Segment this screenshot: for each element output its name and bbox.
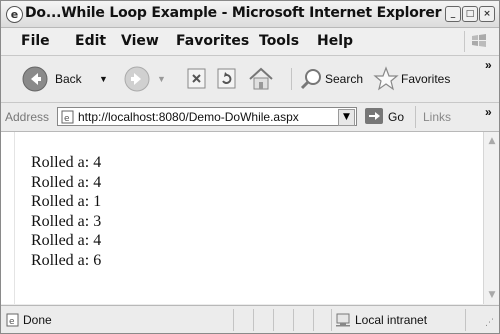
- forward-arrow-icon: [124, 66, 150, 92]
- status-separator: [253, 309, 254, 331]
- address-bar: Address e http://localhost:8080/Demo-DoW…: [1, 103, 499, 132]
- search-button[interactable]: Search: [299, 56, 369, 102]
- address-url: http://localhost:8080/Demo-DoWhile.aspx: [78, 110, 299, 124]
- status-separator: [273, 309, 274, 331]
- zone-text: Local intranet: [355, 313, 428, 327]
- toolbar-overflow-icon[interactable]: »: [485, 58, 492, 72]
- back-label: Back: [55, 72, 82, 86]
- status-separator: [233, 309, 234, 331]
- roll-line: Rolled a: 4: [31, 173, 102, 191]
- address-field[interactable]: e http://localhost:8080/Demo-DoWhile.asp…: [57, 107, 357, 126]
- status-separator: [465, 309, 466, 331]
- standard-toolbar: Back ▼ ▼ Search Favorites »: [1, 56, 499, 103]
- home-button[interactable]: [247, 56, 277, 102]
- refresh-button[interactable]: [217, 56, 241, 102]
- home-icon: [249, 67, 273, 90]
- search-label: Search: [325, 72, 364, 86]
- page-left-margin: [1, 132, 15, 304]
- menu-tools[interactable]: Tools: [259, 33, 299, 49]
- svg-text:e: e: [9, 317, 15, 327]
- address-dropdown-icon[interactable]: ▼: [338, 109, 355, 126]
- maximize-button[interactable]: □: [462, 6, 478, 22]
- ie-icon: e: [6, 6, 23, 23]
- browser-window: e Do...While Loop Example - Microsoft In…: [0, 0, 500, 334]
- forward-button[interactable]: ▼: [123, 56, 169, 102]
- title-bar[interactable]: e Do...While Loop Example - Microsoft In…: [1, 1, 499, 28]
- roll-line: Rolled a: 3: [31, 212, 102, 230]
- address-separator: [415, 106, 416, 128]
- menu-edit[interactable]: Edit: [75, 33, 106, 49]
- window-title: Do...While Loop Example - Microsoft Inte…: [25, 5, 442, 21]
- scroll-up-icon[interactable]: ▲: [487, 136, 497, 146]
- menu-file[interactable]: File: [21, 33, 50, 49]
- resize-grip-icon[interactable]: ⋰: [485, 318, 494, 328]
- stop-button[interactable]: [187, 56, 209, 102]
- menu-favorites[interactable]: Favorites: [176, 33, 249, 49]
- search-icon: [300, 69, 321, 90]
- roll-line: Rolled a: 6: [31, 251, 102, 269]
- roll-line: Rolled a: 1: [31, 193, 102, 210]
- go-button[interactable]: [365, 108, 383, 124]
- back-arrow-icon: [22, 66, 48, 92]
- status-text: Done: [23, 313, 52, 327]
- local-intranet-icon: [336, 313, 350, 327]
- page-icon: e: [61, 110, 74, 124]
- favorites-star-icon: [373, 66, 399, 91]
- scroll-down-icon[interactable]: ▼: [487, 290, 497, 300]
- menu-view[interactable]: View: [121, 33, 159, 49]
- forward-dropdown-icon[interactable]: ▼: [157, 74, 166, 84]
- status-separator: [313, 309, 314, 331]
- go-arrow-icon: [369, 112, 380, 120]
- roll-output: Rolled a: 4 Rolled a: 4 Rolled a: 1 Roll…: [31, 153, 101, 270]
- back-dropdown-icon[interactable]: ▼: [99, 74, 108, 84]
- menu-bar: File Edit View Favorites Tools Help: [1, 28, 499, 56]
- favorites-button[interactable]: Favorites: [373, 56, 469, 102]
- roll-line: Rolled a: 4: [31, 154, 102, 171]
- svg-text:e: e: [64, 114, 70, 124]
- links-overflow-icon[interactable]: »: [485, 105, 492, 119]
- close-button[interactable]: ×: [479, 6, 495, 22]
- address-label: Address: [5, 110, 50, 124]
- page-done-icon: e: [6, 313, 19, 327]
- status-bar: e Done Local intranet ⋰: [1, 305, 499, 333]
- menu-help[interactable]: Help: [317, 33, 353, 49]
- toolbar-separator: [291, 68, 292, 90]
- minimize-button[interactable]: _: [445, 6, 461, 22]
- refresh-icon: [217, 68, 236, 89]
- stop-icon: [187, 68, 206, 89]
- back-button[interactable]: Back ▼: [21, 56, 111, 102]
- status-separator: [293, 309, 294, 331]
- favorites-label: Favorites: [401, 72, 451, 86]
- go-label[interactable]: Go: [388, 110, 404, 124]
- status-separator: [331, 309, 332, 331]
- links-label[interactable]: Links: [423, 110, 451, 124]
- vertical-scrollbar[interactable]: ▲ ▼: [483, 132, 499, 304]
- roll-line: Rolled a: 4: [31, 232, 102, 249]
- windows-logo-icon: [464, 31, 491, 52]
- page-content: Rolled a: 4 Rolled a: 4 Rolled a: 1 Roll…: [15, 132, 483, 304]
